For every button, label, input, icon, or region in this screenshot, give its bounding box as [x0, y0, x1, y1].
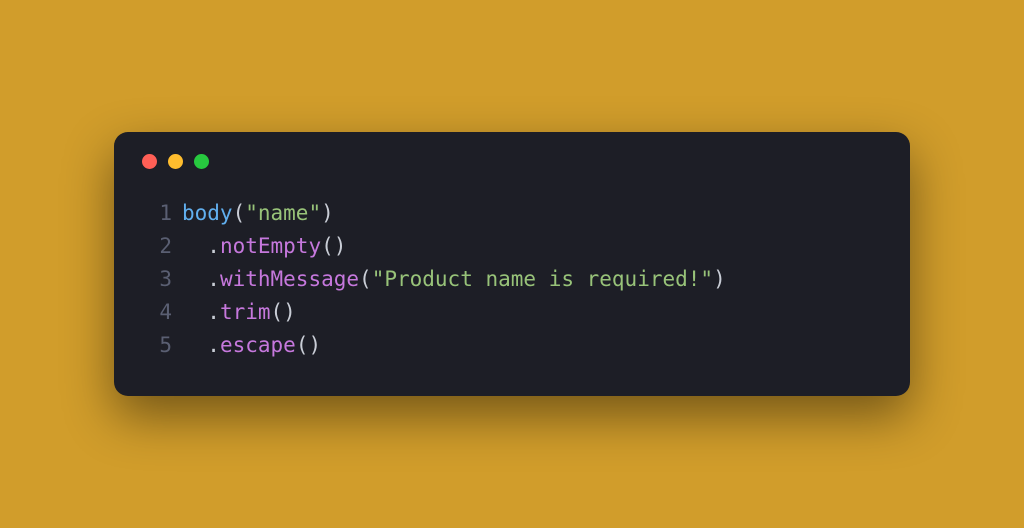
- traffic-lights: [142, 154, 884, 169]
- line-content: .trim(): [182, 296, 296, 329]
- close-icon[interactable]: [142, 154, 157, 169]
- code-line: 3 .withMessage("Product name is required…: [140, 263, 884, 296]
- code-token: trim: [220, 300, 271, 324]
- line-content: .escape(): [182, 329, 321, 362]
- code-token: (): [321, 234, 346, 258]
- code-token: withMessage: [220, 267, 359, 291]
- line-number: 4: [140, 296, 172, 329]
- line-content: .notEmpty(): [182, 230, 346, 263]
- code-block: 1body("name")2 .notEmpty()3 .withMessage…: [140, 197, 884, 363]
- line-content: .withMessage("Product name is required!"…: [182, 263, 726, 296]
- code-token: (): [271, 300, 296, 324]
- code-line: 2 .notEmpty(): [140, 230, 884, 263]
- zoom-icon[interactable]: [194, 154, 209, 169]
- code-window: 1body("name")2 .notEmpty()3 .withMessage…: [114, 132, 910, 397]
- code-token: .: [207, 300, 220, 324]
- code-token: .: [207, 267, 220, 291]
- line-number: 5: [140, 329, 172, 362]
- code-line: 5 .escape(): [140, 329, 884, 362]
- code-line: 1 body("name"): [140, 197, 884, 230]
- line-number: 1: [140, 197, 172, 230]
- code-token: notEmpty: [220, 234, 321, 258]
- code-token: .: [207, 333, 220, 357]
- code-token: body: [182, 201, 233, 225]
- code-line: 4 .trim(): [140, 296, 884, 329]
- code-token: .: [207, 234, 220, 258]
- code-token: ): [321, 201, 334, 225]
- code-token: (: [233, 201, 246, 225]
- code-token: "name": [245, 201, 321, 225]
- line-number: 2: [140, 230, 172, 263]
- code-token: "Product name is required!": [372, 267, 713, 291]
- minimize-icon[interactable]: [168, 154, 183, 169]
- code-token: ): [713, 267, 726, 291]
- code-token: (): [296, 333, 321, 357]
- code-token: escape: [220, 333, 296, 357]
- line-number: 3: [140, 263, 172, 296]
- line-content: body("name"): [182, 197, 334, 230]
- code-token: (: [359, 267, 372, 291]
